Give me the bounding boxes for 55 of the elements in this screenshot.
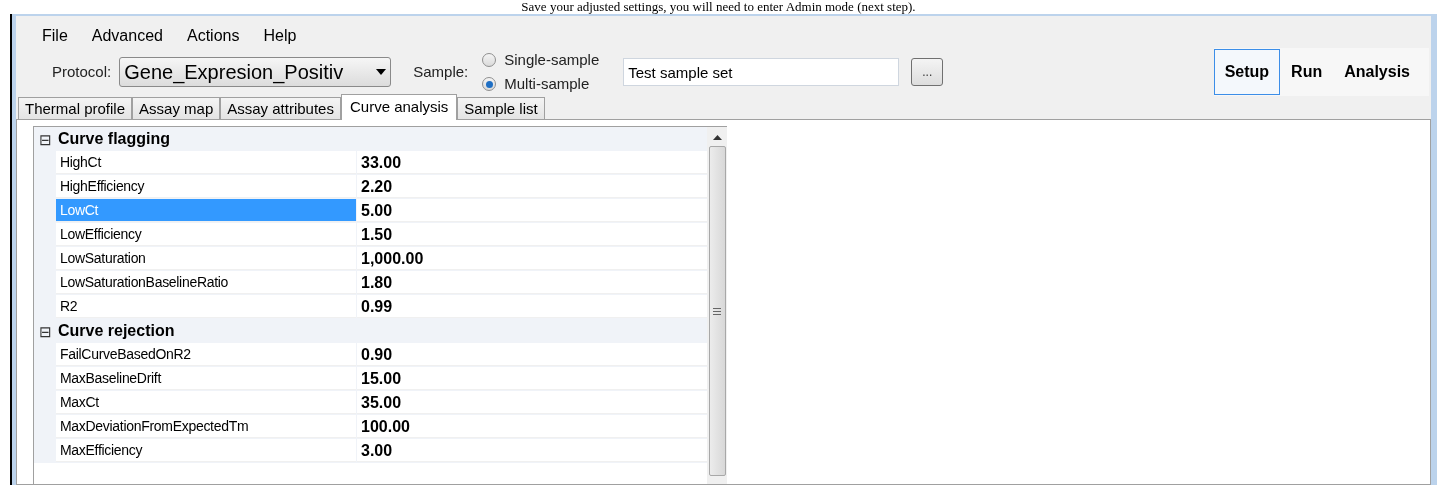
radio-button[interactable] [482,52,497,67]
protocol-value: Gene_Expresion_Positiv [124,60,345,86]
property-name[interactable]: MaxEfficiency [56,439,356,462]
menu-item[interactable]: Help [253,24,307,48]
property-value[interactable]: 1.80 [357,271,707,294]
radio-button[interactable] [482,77,497,92]
mode-button[interactable]: Run [1280,49,1334,95]
property-name[interactable]: R2 [56,295,356,318]
tab[interactable]: Assay attributes [220,97,341,119]
property-name[interactable]: LowSaturation [56,247,356,270]
grip-icon [713,307,721,315]
property-value[interactable]: 35.00 [357,391,707,414]
tab[interactable]: Sample list [457,97,545,119]
menu-item[interactable]: File [32,24,78,48]
sample-label: Sample: [413,61,469,82]
property-value[interactable]: 3.00 [357,439,707,462]
property-value[interactable]: 2.20 [357,175,707,198]
protocol-dropdown[interactable]: Gene_Expresion_Positiv [119,57,392,87]
property-value[interactable]: 5.00 [357,199,707,222]
property-value[interactable]: 15.00 [357,367,707,390]
dropdown-caret-icon [376,69,387,75]
property-name[interactable]: LowSaturationBaselineRatio [56,271,356,294]
document-text: Save your adjusted settings, you will need to enter Admin mode (next step). [521,0,916,14]
property-name[interactable]: LowEfficiency [56,223,356,246]
property-name[interactable]: HighEfficiency [56,175,356,198]
browse-button[interactable]: ... [911,58,944,86]
property-name[interactable]: HighCt [56,151,356,174]
tab[interactable]: Assay map [132,97,221,119]
property-name[interactable]: MaxCt [56,391,356,414]
category-title: Curve rejection [58,321,175,341]
radio-label: Multi-sample [504,74,590,94]
property-value[interactable]: 1,000.00 [357,247,707,270]
property-value[interactable]: 100.00 [357,415,707,438]
collapse-toggle[interactable]: ⊟ [34,323,56,339]
collapse-toggle[interactable]: ⊟ [34,131,56,147]
property-value[interactable]: 33.00 [357,151,707,174]
property-name[interactable]: FailCurveBasedOnR2 [56,343,356,366]
mode-button[interactable]: Analysis [1333,49,1421,95]
mode-button[interactable]: Setup [1213,49,1281,95]
property-name[interactable]: MaxDeviationFromExpectedTm [56,415,356,438]
menu-item[interactable]: Actions [176,24,250,48]
radio-label: Single-sample [504,49,600,70]
scrollbar-thumb[interactable] [708,146,726,476]
property-name[interactable]: MaxBaselineDrift [56,367,356,390]
tab[interactable]: Thermal profile [18,97,133,119]
property-value[interactable]: 0.99 [357,295,707,318]
sample-set-field[interactable]: Test sample set [623,58,900,86]
protocol-label: Protocol: [52,61,112,82]
scroll-up-arrow-icon [712,135,722,140]
property-value[interactable]: 0.90 [357,343,707,366]
scrollbar[interactable] [707,126,727,484]
menu-item[interactable]: Advanced [81,24,173,48]
tab[interactable]: Curve analysis [340,94,458,120]
category-title: Curve flagging [58,129,170,149]
property-value[interactable]: 1.50 [357,223,707,246]
